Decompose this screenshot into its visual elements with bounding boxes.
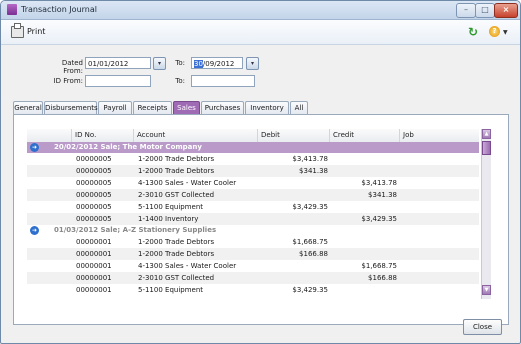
minimize-button[interactable]: – — [456, 3, 476, 18]
table-row[interactable]: 00000005 5-1100 Equipment $3,429.35 — [27, 201, 479, 213]
account-cell: 1-2000 Trade Debtors — [138, 155, 215, 163]
maximize-button[interactable]: □ — [475, 3, 495, 18]
col-id-no[interactable]: ID No. — [71, 129, 133, 142]
id-cell: 00000001 — [76, 286, 112, 294]
tab-sales[interactable]: Sales — [173, 101, 200, 114]
tab-purchases[interactable]: Purchases — [201, 101, 244, 114]
dated-from-label: Dated From: — [61, 59, 83, 75]
tab-payroll[interactable]: Payroll — [98, 101, 132, 114]
id-cell: 00000001 — [76, 250, 112, 258]
id-cell: 00000001 — [76, 238, 112, 246]
account-cell: 1-2000 Trade Debtors — [138, 167, 215, 175]
table-row[interactable]: 00000005 1-1400 Inventory $3,429.35 — [27, 213, 479, 225]
id-cell: 00000005 — [76, 191, 112, 199]
credit-cell: $341.38 — [368, 191, 397, 199]
id-cell: 00000005 — [76, 203, 112, 211]
expand-arrow-icon[interactable]: ➜ — [30, 143, 39, 152]
id-cell: 00000005 — [76, 167, 112, 175]
account-cell: 4-1300 Sales - Water Cooler — [138, 179, 237, 187]
close-window-button[interactable]: × — [494, 3, 518, 18]
account-cell: 1-1400 Inventory — [138, 215, 199, 223]
dated-to-rest-text: /09/2012 — [202, 60, 235, 68]
col-job[interactable]: Job — [399, 129, 479, 142]
help-icon[interactable]: ? — [489, 26, 500, 37]
title-bar: Transaction Journal – □ × — [1, 1, 520, 20]
id-to-label: To: — [175, 77, 185, 85]
print-label: Print — [27, 27, 46, 36]
id-cell: 00000005 — [76, 155, 112, 163]
group-header[interactable]: ➜ 01/03/2012 Sale; A-Z Stationery Supplie… — [27, 225, 479, 236]
table-row[interactable]: 00000001 1-2000 Trade Debtors $1,668.75 — [27, 236, 479, 248]
col-expander — [27, 129, 71, 142]
credit-cell: $1,668.75 — [361, 262, 397, 270]
debit-cell: $166.88 — [299, 250, 328, 258]
scroll-down-button[interactable]: ▼ — [482, 285, 491, 295]
id-cell: 00000001 — [76, 274, 112, 282]
debit-cell: $341.38 — [299, 167, 328, 175]
window-title: Transaction Journal — [21, 5, 97, 14]
print-button[interactable]: Print — [11, 23, 57, 40]
account-cell: 5-1100 Equipment — [138, 286, 204, 294]
debit-cell: $3,429.35 — [292, 286, 328, 294]
dated-to-label: To: — [175, 59, 185, 67]
scroll-thumb[interactable] — [482, 141, 491, 155]
account-cell: 1-2000 Trade Debtors — [138, 250, 215, 258]
account-cell: 1-2000 Trade Debtors — [138, 238, 215, 246]
app-icon — [7, 4, 17, 15]
transactions-grid: ID No. Account Debit Credit Job ➜ 20/02/2… — [27, 129, 479, 299]
col-account[interactable]: Account — [133, 129, 257, 142]
tab-disbursements[interactable]: Disbursements — [44, 101, 98, 114]
debit-cell: $3,413.78 — [292, 155, 328, 163]
table-row[interactable]: 00000005 4-1300 Sales - Water Cooler $3,41… — [27, 177, 479, 189]
tab-general[interactable]: General — [13, 101, 43, 114]
id-cell: 00000005 — [76, 179, 112, 187]
close-button[interactable]: Close — [463, 319, 502, 335]
credit-cell: $166.88 — [368, 274, 397, 282]
table-row[interactable]: 00000005 1-2000 Trade Debtors $341.38 — [27, 165, 479, 177]
id-from-label: ID From: — [53, 77, 83, 85]
group-header-text: 20/02/2012 Sale; The Motor Company — [54, 143, 202, 151]
table-row[interactable]: 00000001 4-1300 Sales - Water Cooler $1,66… — [27, 260, 479, 272]
credit-cell: $3,413.78 — [361, 179, 397, 187]
table-row[interactable]: 00000001 2-3010 GST Collected $166.88 — [27, 272, 479, 284]
filter-area: Dated From: 01/01/2012 ▾ To: 30/09/2012 … — [1, 45, 520, 93]
id-from-field[interactable] — [85, 75, 151, 87]
grid-header: ID No. Account Debit Credit Job — [27, 129, 479, 143]
table-row[interactable]: 00000005 2-3010 GST Collected $341.38 — [27, 189, 479, 201]
debit-cell: $1,668.75 — [292, 238, 328, 246]
dated-from-field[interactable]: 01/01/2012 — [85, 57, 151, 69]
printer-icon — [11, 23, 24, 38]
credit-cell: $3,429.35 — [361, 215, 397, 223]
id-cell: 00000001 — [76, 262, 112, 270]
debit-cell: $3,429.35 — [292, 203, 328, 211]
account-cell: 4-1300 Sales - Water Cooler — [138, 262, 237, 270]
col-credit[interactable]: Credit — [329, 129, 399, 142]
toolbar: Print ↻ ? ▼ — [1, 20, 520, 45]
tab-inventory[interactable]: Inventory — [245, 101, 289, 114]
tab-receipts[interactable]: Receipts — [133, 101, 172, 114]
table-row[interactable]: 00000005 1-2000 Trade Debtors $3,413.78 — [27, 153, 479, 165]
table-row[interactable]: 00000001 1-2000 Trade Debtors $166.88 — [27, 248, 479, 260]
transaction-journal-window: Transaction Journal – □ × Print ↻ ? ▼ Da… — [0, 0, 521, 344]
grid-rows: ➜ 20/02/2012 Sale; The Motor Company 00000… — [27, 142, 479, 296]
scroll-up-button[interactable]: ▲ — [482, 129, 491, 139]
dated-to-calendar-dropdown[interactable]: ▾ — [246, 57, 259, 70]
grid-vertical-scrollbar[interactable]: ▲ ▼ — [481, 129, 491, 299]
group-header-text: 01/03/2012 Sale; A-Z Stationery Supplies — [54, 226, 217, 234]
group-header[interactable]: ➜ 20/02/2012 Sale; The Motor Company — [27, 142, 479, 153]
id-to-field[interactable] — [191, 75, 255, 87]
chevron-down-icon[interactable]: ▼ — [503, 29, 508, 36]
account-cell: 2-3010 GST Collected — [138, 191, 215, 199]
refresh-icon[interactable]: ↻ — [468, 25, 478, 39]
dated-to-selected-text: 30 — [194, 60, 203, 68]
account-cell: 2-3010 GST Collected — [138, 274, 215, 282]
tab-all[interactable]: All — [290, 101, 308, 114]
expand-arrow-icon[interactable]: ➜ — [30, 226, 39, 235]
account-cell: 5-1100 Equipment — [138, 203, 204, 211]
id-cell: 00000005 — [76, 215, 112, 223]
dated-to-field[interactable]: 30/09/2012 — [191, 57, 243, 69]
table-row[interactable]: 00000001 5-1100 Equipment $3,429.35 — [27, 284, 479, 296]
col-debit[interactable]: Debit — [257, 129, 329, 142]
